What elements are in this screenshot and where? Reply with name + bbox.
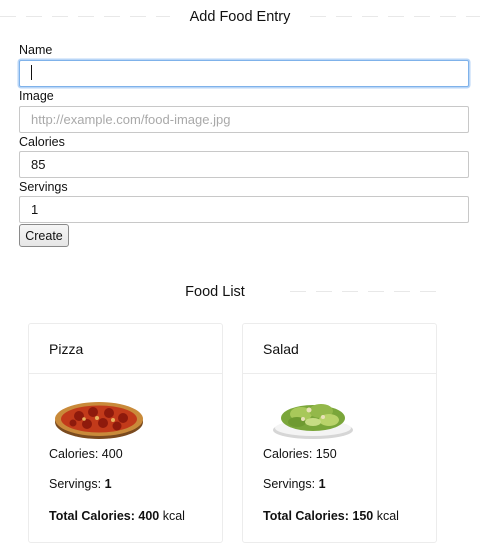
total-calories-label: Total Calories:: [49, 509, 135, 523]
create-button[interactable]: Create: [19, 224, 69, 247]
servings-label: Servings: [19, 180, 68, 194]
form-heading: Add Food Entry: [189, 9, 291, 25]
page: Add Food Entry Name Image Calories Servi…: [0, 0, 480, 543]
name-input[interactable]: [19, 60, 469, 87]
image-label: Image: [19, 89, 54, 103]
total-calories-label: Total Calories:: [263, 509, 349, 523]
food-name: Pizza: [49, 341, 84, 357]
calories-text: Calories: 150: [263, 447, 337, 461]
calories-label: Calories: [19, 135, 65, 149]
servings-text: Servings: 1: [49, 477, 112, 491]
salad-image: [273, 404, 353, 439]
image-url-input[interactable]: [19, 106, 469, 133]
total-calories-value: 400: [138, 509, 160, 523]
servings-label: Servings:: [263, 477, 316, 491]
servings-value: 1: [104, 477, 112, 491]
servings-text: Servings: 1: [263, 477, 326, 491]
name-label: Name: [19, 43, 53, 57]
total-calories-text: Total Calories: 150 kcal: [263, 509, 399, 523]
total-calories-text: Total Calories: 400 kcal: [49, 509, 185, 523]
food-card-pizza: Pizza Calories: 400 Servings: 1 Total Ca…: [28, 323, 223, 543]
calories-input[interactable]: [19, 151, 469, 178]
food-card-salad: Salad Calories: 150 Servings: 1 Total Ca…: [242, 323, 437, 543]
calories-text: Calories: 400: [49, 447, 123, 461]
servings-value: 1: [318, 477, 326, 491]
total-calories-value: 150: [352, 509, 374, 523]
pizza-image: [55, 402, 143, 439]
card-header: Salad: [243, 324, 436, 374]
servings-input[interactable]: [19, 196, 469, 223]
food-name: Salad: [263, 341, 299, 357]
list-heading: Food List: [185, 284, 245, 300]
card-header: Pizza: [29, 324, 222, 374]
total-calories-unit: kcal: [376, 509, 399, 523]
total-calories-unit: kcal: [162, 509, 185, 523]
servings-label: Servings:: [49, 477, 102, 491]
text-caret: [31, 65, 32, 80]
